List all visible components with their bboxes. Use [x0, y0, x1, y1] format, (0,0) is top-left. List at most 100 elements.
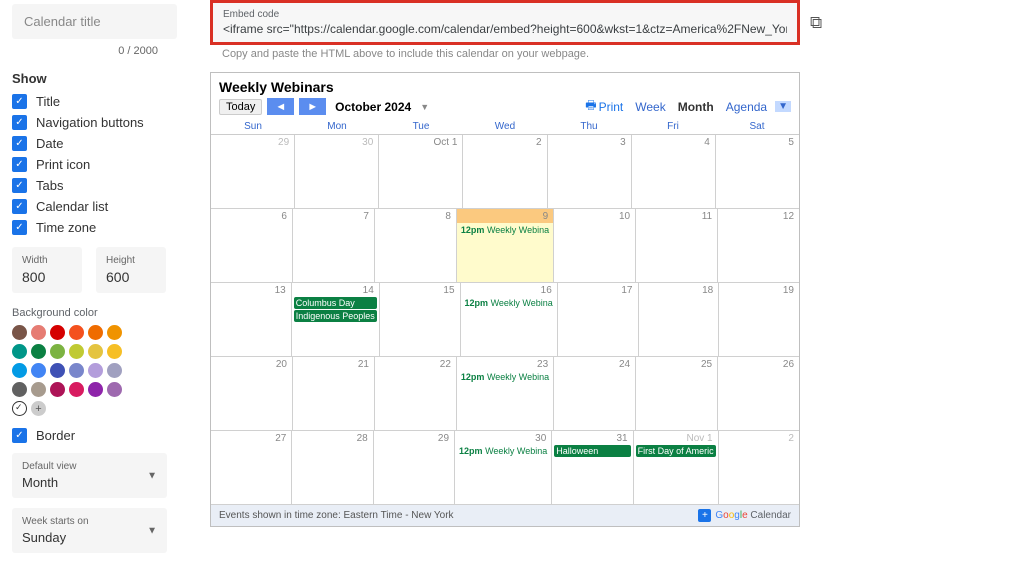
color-swatch[interactable]	[31, 344, 46, 359]
day-cell[interactable]: 4	[632, 135, 716, 208]
calendar-event[interactable]: Halloween	[554, 445, 630, 457]
color-swatch[interactable]	[107, 344, 122, 359]
color-swatch[interactable]	[88, 344, 103, 359]
day-cell[interactable]: Nov 1First Day of Americ	[634, 431, 719, 504]
checkbox-tabs[interactable]: ✓	[12, 178, 27, 193]
color-swatch[interactable]	[31, 325, 46, 340]
embed-code-box[interactable]: Embed code <iframe src="https://calendar…	[210, 0, 800, 45]
google-calendar-link[interactable]: + Google Calendar	[698, 509, 791, 522]
color-swatch[interactable]	[88, 325, 103, 340]
color-swatch[interactable]	[107, 363, 122, 378]
checkbox-date[interactable]: ✓	[12, 136, 27, 151]
color-swatch[interactable]	[12, 363, 27, 378]
day-cell[interactable]: 6	[211, 209, 293, 282]
copy-icon[interactable]: ⧉	[810, 13, 822, 33]
calendar-event[interactable]: Indigenous Peoples	[294, 310, 377, 322]
color-swatch[interactable]	[31, 363, 46, 378]
calendar-event[interactable]: First Day of Americ	[636, 445, 716, 457]
color-swatch[interactable]	[69, 325, 84, 340]
color-swatch[interactable]	[50, 363, 65, 378]
color-swatch[interactable]	[50, 382, 65, 397]
day-cell[interactable]: Oct 1	[379, 135, 463, 208]
day-cell[interactable]: 912pm Weekly Webina	[457, 209, 554, 282]
color-swatch[interactable]	[88, 363, 103, 378]
prev-button[interactable]: ◄	[267, 98, 294, 115]
color-swatch[interactable]	[12, 325, 27, 340]
calendar-event[interactable]: 12pm Weekly Webina	[457, 445, 549, 457]
day-cell[interactable]: 22	[375, 357, 457, 430]
checkbox-calendar-list[interactable]: ✓	[12, 199, 27, 214]
day-cell[interactable]: 5	[716, 135, 799, 208]
day-cell[interactable]: 1612pm Weekly Webina	[461, 283, 558, 356]
color-swatch[interactable]	[12, 344, 27, 359]
calendar-title-input[interactable]	[12, 4, 177, 39]
border-checkbox[interactable]: ✓	[12, 428, 27, 443]
color-swatch[interactable]	[69, 382, 84, 397]
chevron-down-icon[interactable]: ▼	[420, 102, 429, 112]
day-number: 7	[295, 211, 372, 222]
day-cell[interactable]: 20	[211, 357, 293, 430]
color-swatch[interactable]	[50, 344, 65, 359]
day-cell[interactable]: 14Columbus DayIndigenous Peoples	[292, 283, 380, 356]
day-cell[interactable]: 2312pm Weekly Webina	[457, 357, 554, 430]
day-cell[interactable]: 17	[558, 283, 639, 356]
day-cell[interactable]: 29	[374, 431, 455, 504]
day-cell[interactable]: 26	[718, 357, 799, 430]
day-cell[interactable]: 28	[292, 431, 373, 504]
day-number: 24	[556, 359, 633, 370]
color-swatch[interactable]	[88, 382, 103, 397]
day-cell[interactable]: 15	[380, 283, 461, 356]
day-cell[interactable]: 13	[211, 283, 292, 356]
day-cell[interactable]: 21	[293, 357, 375, 430]
color-swatch[interactable]	[69, 344, 84, 359]
checkbox-print-icon[interactable]: ✓	[12, 157, 27, 172]
day-cell[interactable]: 29	[211, 135, 295, 208]
day-cell[interactable]: 8	[375, 209, 457, 282]
calendar-event[interactable]: 12pm Weekly Webina	[459, 224, 551, 236]
color-swatch[interactable]	[31, 382, 46, 397]
day-cell[interactable]: 30	[295, 135, 379, 208]
width-input[interactable]: Width 800	[12, 247, 82, 293]
day-header: Mon	[295, 119, 379, 134]
add-color-button[interactable]: +	[31, 401, 46, 416]
checkbox-title[interactable]: ✓	[12, 94, 27, 109]
day-number: 26	[720, 359, 797, 370]
view-tab-week[interactable]: Week	[629, 98, 671, 116]
default-view-dropdown[interactable]: Default view Month ▼	[12, 453, 167, 498]
day-cell[interactable]: 19	[719, 283, 799, 356]
color-swatch[interactable]	[69, 363, 84, 378]
print-button[interactable]: 🖶 Print	[585, 96, 623, 117]
color-swatch[interactable]	[50, 325, 65, 340]
next-button[interactable]: ►	[299, 98, 326, 115]
day-header: Sun	[211, 119, 295, 134]
day-cell[interactable]: 27	[211, 431, 292, 504]
checkbox-navigation-buttons[interactable]: ✓	[12, 115, 27, 130]
day-cell[interactable]: 2	[719, 431, 799, 504]
view-tab-agenda[interactable]: Agenda	[720, 98, 773, 116]
day-cell[interactable]: 3	[548, 135, 632, 208]
day-cell[interactable]: 25	[636, 357, 718, 430]
day-cell[interactable]: 18	[639, 283, 720, 356]
week-starts-dropdown[interactable]: Week starts on Sunday ▼	[12, 508, 167, 553]
day-cell[interactable]: 11	[636, 209, 718, 282]
calendar-event[interactable]: 12pm Weekly Webina	[459, 371, 551, 383]
day-cell[interactable]: 7	[293, 209, 375, 282]
today-button[interactable]: Today	[219, 99, 262, 115]
day-cell[interactable]: 10	[554, 209, 636, 282]
checkbox-time-zone[interactable]: ✓	[12, 220, 27, 235]
calendar-event[interactable]: Columbus Day	[294, 297, 377, 309]
color-swatch[interactable]	[107, 325, 122, 340]
color-swatch[interactable]	[107, 382, 122, 397]
day-cell[interactable]: 3012pm Weekly Webina	[455, 431, 552, 504]
day-cell[interactable]: 31Halloween	[552, 431, 633, 504]
day-cell[interactable]: 2	[463, 135, 547, 208]
color-swatch[interactable]	[12, 382, 27, 397]
day-number: 18	[641, 285, 717, 296]
height-input[interactable]: Height 600	[96, 247, 166, 293]
day-cell[interactable]: 24	[554, 357, 636, 430]
day-cell[interactable]: 12	[718, 209, 799, 282]
color-swatch-selected[interactable]	[12, 401, 27, 416]
view-tab-month[interactable]: Month	[672, 98, 720, 116]
agenda-expand-icon[interactable]: ▼	[775, 101, 791, 112]
calendar-event[interactable]: 12pm Weekly Webina	[463, 297, 555, 309]
